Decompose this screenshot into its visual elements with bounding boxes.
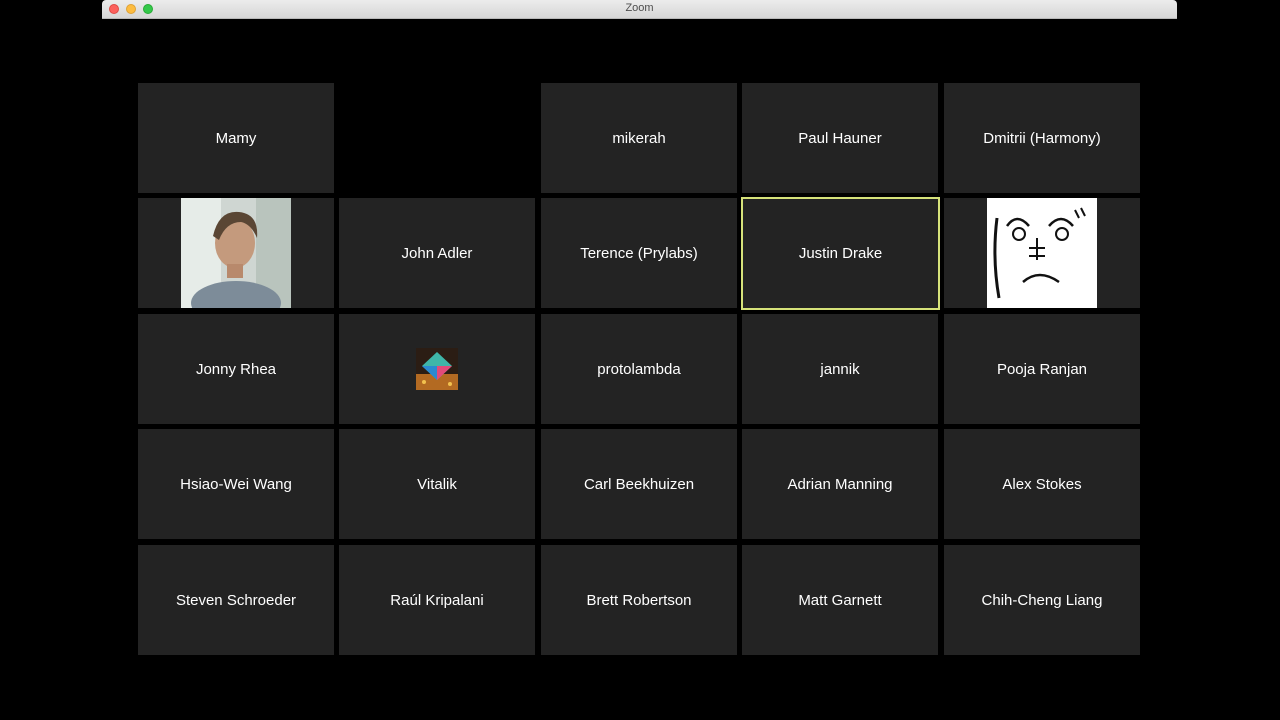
participant-photo-tile[interactable] [138, 198, 334, 308]
participant-name: Jonny Rhea [195, 360, 277, 378]
participant-name: Vitalik [417, 475, 457, 493]
participant-tile[interactable]: Pooja Ranjan [944, 314, 1140, 424]
participant-tile[interactable]: Alex Stokes [944, 429, 1140, 539]
gallery-view-grid: Mamy mikerah Paul Hauner Dmitrii (Harmon… [138, 83, 1142, 656]
person-photo-icon [181, 198, 291, 308]
participant-name: jannik [820, 360, 860, 378]
participant-tile[interactable]: Hsiao-Wei Wang [138, 429, 334, 539]
participant-name: Justin Drake [798, 245, 883, 262]
participant-name: Raúl Kripalani [390, 591, 484, 609]
participant-name: Pooja Ranjan [996, 360, 1088, 378]
participant-tile[interactable]: Terence (Prylabs) [541, 198, 737, 308]
participant-name: mikerah [612, 129, 666, 147]
participant-tile[interactable]: Adrian Manning [742, 429, 938, 539]
face-drawing-icon [987, 198, 1097, 308]
participant-tile[interactable]: Paul Hauner [742, 83, 938, 193]
participant-name: Carl Beekhuizen [583, 475, 695, 493]
empty-tile [339, 83, 535, 193]
participant-name: Hsiao-Wei Wang [180, 475, 292, 493]
participant-tile[interactable]: Dmitrii (Harmony) [944, 83, 1140, 193]
participant-tile[interactable]: John Adler [339, 198, 535, 308]
participant-tile[interactable]: Carl Beekhuizen [541, 429, 737, 539]
participant-name: Paul Hauner [798, 129, 882, 147]
title-bar[interactable]: Zoom [102, 0, 1177, 19]
geometric-avatar-icon [416, 348, 458, 390]
participant-name: Chih-Cheng Liang [981, 591, 1103, 609]
participant-tile[interactable]: Matt Garnett [742, 545, 938, 655]
participant-name: Steven Schroeder [175, 591, 297, 609]
active-speaker-tile[interactable]: Justin Drake [741, 197, 940, 310]
participant-name: Brett Robertson [586, 591, 692, 609]
participant-name: Alex Stokes [1002, 475, 1082, 493]
participant-tile[interactable]: Jonny Rhea [138, 314, 334, 424]
participant-tile[interactable]: jannik [742, 314, 938, 424]
participant-photo-tile[interactable] [944, 198, 1140, 308]
participant-name: Terence (Prylabs) [580, 244, 698, 262]
participant-tile[interactable]: mikerah [541, 83, 737, 193]
window-title: Zoom [625, 2, 654, 14]
participant-name: Dmitrii (Harmony) [983, 129, 1101, 147]
participant-tile[interactable]: Steven Schroeder [138, 545, 334, 655]
participant-tile[interactable]: Vitalik [339, 429, 535, 539]
participant-tile[interactable]: Mamy [138, 83, 334, 193]
participant-name: Mamy [215, 129, 257, 147]
participant-name: John Adler [401, 244, 473, 262]
participant-name: protolambda [597, 360, 681, 378]
participant-tile[interactable]: Raúl Kripalani [339, 545, 535, 655]
participant-tile[interactable]: Brett Robertson [541, 545, 737, 655]
participant-name: Adrian Manning [787, 475, 893, 493]
participant-tile[interactable]: protolambda [541, 314, 737, 424]
participant-tile[interactable]: Chih-Cheng Liang [944, 545, 1140, 655]
participant-name: Matt Garnett [798, 591, 882, 609]
participant-avatar-tile[interactable] [339, 314, 535, 424]
